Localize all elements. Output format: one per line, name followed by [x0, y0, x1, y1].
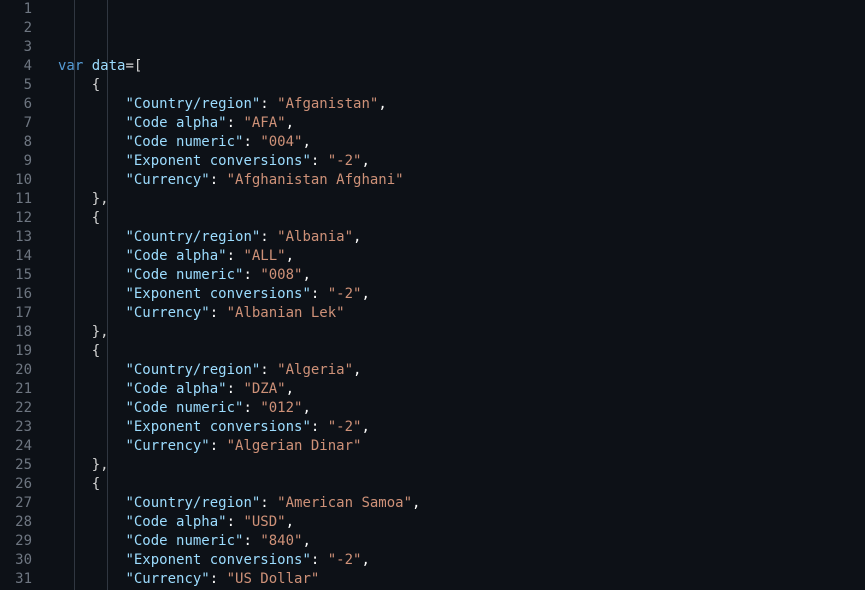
line-number: 27: [0, 494, 40, 513]
line-number: 18: [0, 323, 40, 342]
code-line[interactable]: "Code numeric": "840",: [58, 532, 865, 551]
code-line[interactable]: "Code numeric": "008",: [58, 266, 865, 285]
line-number: 11: [0, 190, 40, 209]
code-line[interactable]: "Country/region": "Afganistan",: [58, 95, 865, 114]
line-number: 22: [0, 399, 40, 418]
line-number: 10: [0, 171, 40, 190]
code-line[interactable]: "Exponent conversions": "-2",: [58, 551, 865, 570]
code-line[interactable]: "Currency": "Afghanistan Afghani": [58, 171, 865, 190]
code-line[interactable]: },: [58, 456, 865, 475]
code-line[interactable]: "Exponent conversions": "-2",: [58, 285, 865, 304]
line-number: 5: [0, 76, 40, 95]
line-number: 20: [0, 361, 40, 380]
line-number: 14: [0, 247, 40, 266]
line-number: 15: [0, 266, 40, 285]
line-number: 19: [0, 342, 40, 361]
code-line[interactable]: "Code alpha": "USD",: [58, 513, 865, 532]
line-number: 8: [0, 133, 40, 152]
line-number: 29: [0, 532, 40, 551]
code-line[interactable]: },: [58, 323, 865, 342]
line-number-gutter: 1234567891011121314151617181920212223242…: [0, 0, 40, 590]
code-line[interactable]: "Currency": "Algerian Dinar": [58, 437, 865, 456]
line-number: 6: [0, 95, 40, 114]
code-line[interactable]: },: [58, 190, 865, 209]
line-number: 7: [0, 114, 40, 133]
line-number: 9: [0, 152, 40, 171]
line-number: 16: [0, 285, 40, 304]
code-line[interactable]: "Country/region": "Algeria",: [58, 361, 865, 380]
code-line[interactable]: "Code alpha": "ALL",: [58, 247, 865, 266]
code-line[interactable]: {: [58, 209, 865, 228]
code-line[interactable]: "Country/region": "Albania",: [58, 228, 865, 247]
line-number: 23: [0, 418, 40, 437]
line-number: 1: [0, 0, 40, 19]
code-line[interactable]: "Code alpha": "AFA",: [58, 114, 865, 133]
code-line[interactable]: "Code alpha": "DZA",: [58, 380, 865, 399]
code-line[interactable]: "Code numeric": "012",: [58, 399, 865, 418]
code-line[interactable]: "Exponent conversions": "-2",: [58, 418, 865, 437]
code-line[interactable]: var data=[: [58, 57, 865, 76]
code-line[interactable]: "Code numeric": "004",: [58, 133, 865, 152]
line-number: 4: [0, 57, 40, 76]
line-number: 13: [0, 228, 40, 247]
code-line[interactable]: "Exponent conversions": "-2",: [58, 152, 865, 171]
line-number: 2: [0, 19, 40, 38]
code-line[interactable]: "Currency": "Albanian Lek": [58, 304, 865, 323]
code-line[interactable]: "Country/region": "American Samoa",: [58, 494, 865, 513]
line-number: 30: [0, 551, 40, 570]
line-number: 12: [0, 209, 40, 228]
line-number: 17: [0, 304, 40, 323]
code-line[interactable]: {: [58, 76, 865, 95]
line-number: 3: [0, 38, 40, 57]
code-line[interactable]: "Currency": "US Dollar": [58, 570, 865, 589]
code-editor[interactable]: 1234567891011121314151617181920212223242…: [0, 0, 865, 590]
line-number: 31: [0, 570, 40, 589]
line-number: 21: [0, 380, 40, 399]
code-line[interactable]: {: [58, 342, 865, 361]
line-number: 24: [0, 437, 40, 456]
line-number: 25: [0, 456, 40, 475]
code-area[interactable]: var data=[ { "Country/region": "Afganist…: [40, 0, 865, 590]
code-line[interactable]: {: [58, 475, 865, 494]
line-number: 26: [0, 475, 40, 494]
line-number: 28: [0, 513, 40, 532]
